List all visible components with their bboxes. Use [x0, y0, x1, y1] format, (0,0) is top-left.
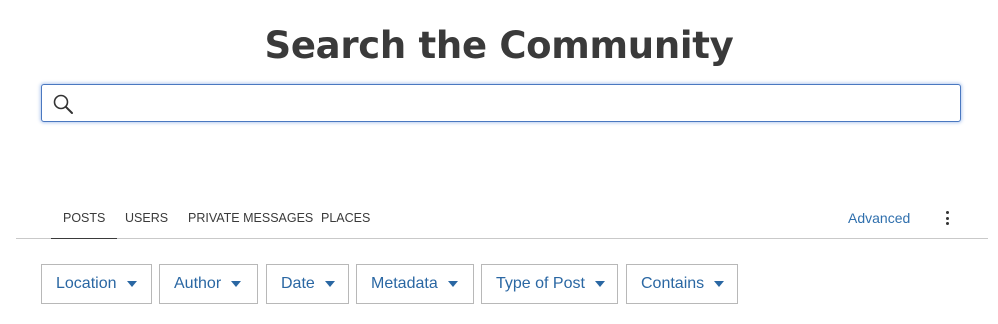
filter-location[interactable]: Location	[41, 264, 152, 304]
filter-contains[interactable]: Contains	[626, 264, 738, 304]
search-tabs: POSTS USERS PRIVATE MESSAGES PLACES Adva…	[16, 200, 988, 239]
caret-down-icon	[447, 280, 458, 287]
tab-places[interactable]: PLACES	[321, 200, 370, 238]
filter-label: Metadata	[371, 275, 438, 292]
filter-label: Location	[56, 275, 117, 292]
filter-metadata[interactable]: Metadata	[356, 264, 474, 304]
search-input[interactable]	[82, 85, 952, 121]
advanced-search-link[interactable]: Advanced	[848, 200, 910, 238]
filter-label: Date	[281, 275, 315, 292]
more-vertical-icon[interactable]	[938, 211, 956, 229]
search-box[interactable]	[41, 84, 961, 122]
filter-label: Author	[174, 275, 222, 292]
caret-down-icon	[594, 280, 605, 287]
caret-down-icon	[126, 280, 137, 287]
filter-type-of-post[interactable]: Type of Post	[481, 264, 618, 304]
search-icon	[53, 94, 73, 114]
filter-label: Type of Post	[496, 275, 585, 292]
tab-private-messages[interactable]: PRIVATE MESSAGES	[188, 200, 313, 238]
filter-date[interactable]: Date	[266, 264, 349, 304]
caret-down-icon	[231, 280, 242, 287]
tab-posts[interactable]: POSTS	[50, 200, 118, 239]
filter-author[interactable]: Author	[159, 264, 258, 304]
caret-down-icon	[324, 280, 335, 287]
page-title: Search the Community	[264, 24, 734, 67]
tab-users[interactable]: USERS	[125, 200, 168, 238]
filter-label: Contains	[641, 275, 705, 292]
caret-down-icon	[714, 280, 725, 287]
